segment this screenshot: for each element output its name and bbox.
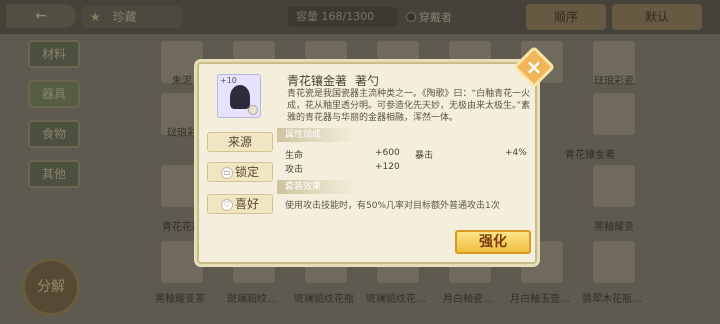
attribute-name: 暴击: [415, 151, 434, 161]
equipped-check-icon: [248, 105, 258, 115]
attribute-row: 暴击 +4%: [415, 148, 535, 161]
lock-button[interactable]: ▭ 锁定: [207, 162, 273, 182]
attribute-value: +4%: [505, 148, 527, 158]
chopsticks-icon: [230, 85, 250, 109]
attribute-name: 攻击: [285, 165, 304, 175]
attribute-section-header: 属性加成: [277, 128, 357, 142]
lock-icon: ▭: [220, 167, 233, 179]
item-icon: +10: [217, 74, 261, 118]
source-button[interactable]: 来源: [207, 132, 273, 152]
attribute-name: 生命: [285, 151, 304, 161]
favorite-label: 喜好: [234, 197, 259, 211]
attribute-value: +600: [375, 148, 400, 158]
item-description: 青花瓷是我国瓷器主流种类之一。《陶歌》曰：“白釉青花一火成，花从釉里透分明。可参…: [287, 89, 531, 123]
set-effect-text: 使用攻击技能时，有50%几率对目标额外普通攻击1次: [285, 201, 500, 211]
attribute-row: 生命 +600: [285, 148, 405, 161]
attribute-value: +120: [375, 162, 400, 172]
lock-label: 锁定: [234, 165, 259, 179]
heart-icon: ♡: [220, 199, 233, 211]
item-title: 青花镶金著 著勺: [287, 72, 379, 89]
item-detail-dialog: +10 青花镶金著 著勺 青花瓷是我国瓷器主流种类之一。《陶歌》曰：“白釉青花一火…: [197, 62, 537, 264]
item-name: 青花镶金著: [287, 74, 348, 88]
attribute-row: 攻击 +120: [285, 162, 405, 175]
close-icon: ×: [525, 55, 543, 79]
set-effect-section-header: 套装效果: [277, 180, 357, 194]
upgrade-button[interactable]: 强化: [455, 230, 531, 254]
favorite-button[interactable]: ♡ 喜好: [207, 194, 273, 214]
item-type: 著勺: [355, 74, 380, 88]
item-level: +10: [220, 76, 237, 85]
